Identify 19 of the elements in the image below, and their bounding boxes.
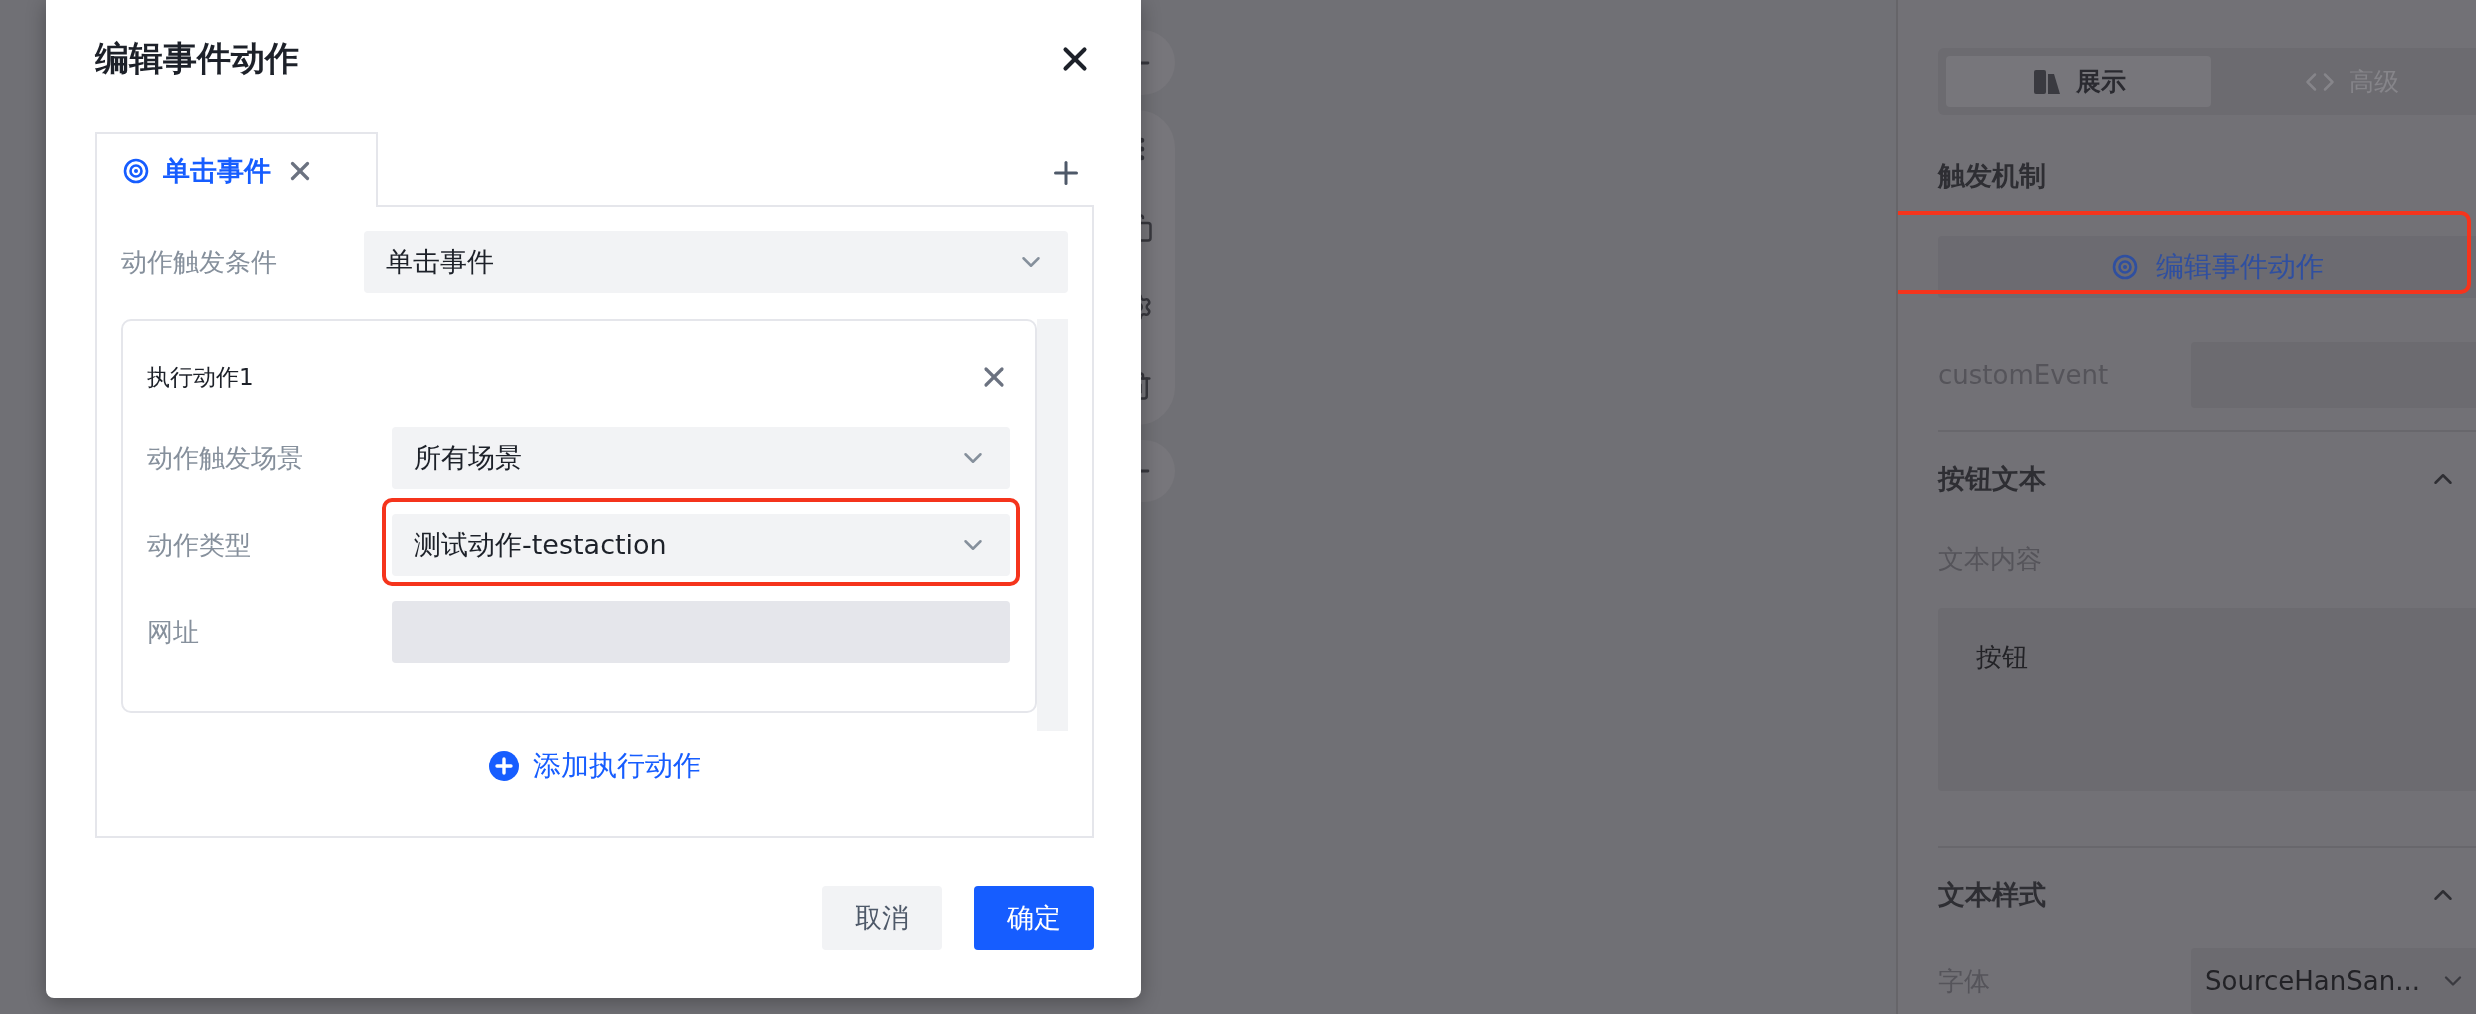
field-label: 动作类型 [147, 528, 252, 562]
add-action-button[interactable]: 添加执行动作 [488, 747, 701, 785]
section-heading: 触发机制 [1938, 158, 2046, 193]
card-title: 执行动作1 [147, 362, 254, 392]
select-field[interactable]: SourceHanSan... [2191, 948, 2476, 1014]
section-heading: 文本样式 [1938, 877, 2046, 912]
field-label: 网址 [147, 615, 200, 649]
section-heading: 按钮文本 [1938, 462, 2046, 497]
select-field[interactable]: 所有场景 [392, 427, 1011, 489]
cancel-button[interactable]: 取消 [822, 886, 942, 950]
text-area[interactable]: 按钮 [1938, 608, 2476, 792]
event-tab[interactable]: 单击事件 [95, 132, 378, 207]
confirm-button[interactable]: 确定 [974, 886, 1094, 950]
select-field[interactable]: 测试动作-testaction [392, 514, 1011, 576]
field-label: 动作触发场景 [147, 441, 304, 475]
panel-tab[interactable]: 展示 [1946, 56, 2211, 107]
dialog-title: 编辑事件动作 [95, 37, 299, 80]
select-field[interactable]: 单击事件 [364, 231, 1068, 293]
field-label: 动作触发条件 [121, 245, 278, 279]
